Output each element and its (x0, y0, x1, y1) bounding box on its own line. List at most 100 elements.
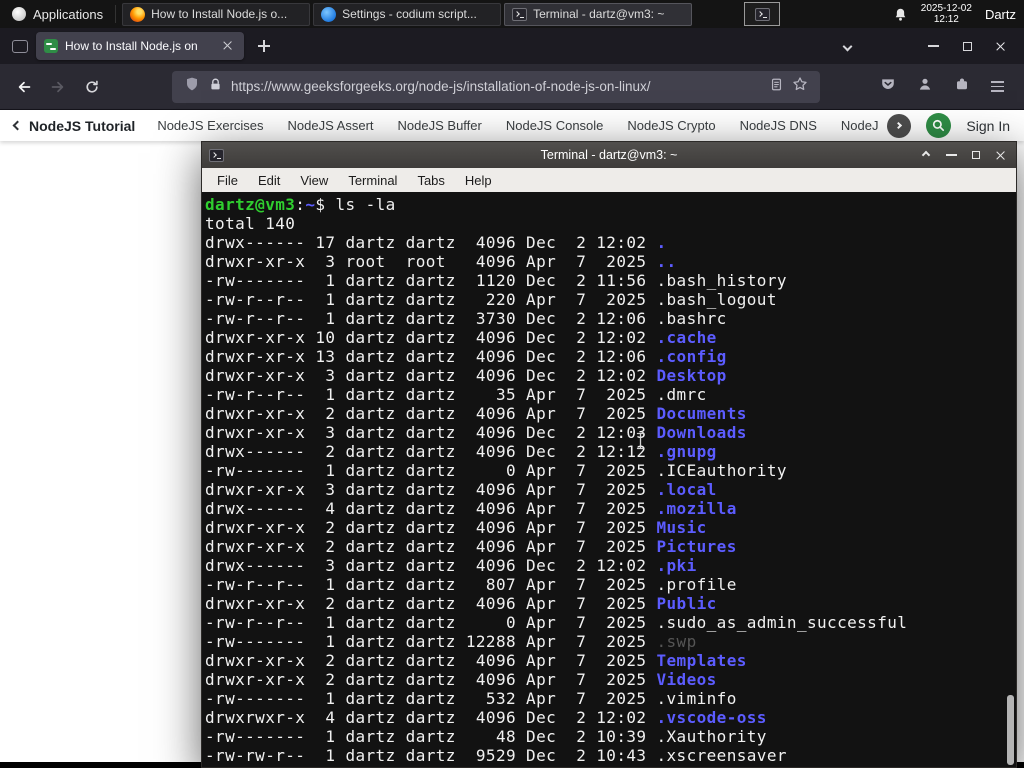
terminal-window: Terminal - dartz@vm3: ~ File Edit View Term… (201, 141, 1017, 768)
close-button[interactable] (984, 32, 1018, 60)
distro-logo-icon (12, 7, 26, 21)
terminal-line: -rw-r--r-- 1 dartz dartz 3730 Dec 2 12:0… (205, 309, 1016, 328)
file-name: .cache (656, 328, 717, 347)
url-bar[interactable]: https://www.geeksforgeeks.org/node-js/in… (172, 70, 820, 103)
file-meta: drwxr-xr-x 3 dartz dartz 4096 Dec 2 12:0… (205, 423, 657, 442)
user-menu[interactable]: Dartz (985, 7, 1018, 22)
menu-view[interactable]: View (290, 173, 338, 188)
terminal-scrollbar-thumb[interactable] (1007, 695, 1014, 765)
terminal-total-line: total 140 (205, 214, 296, 233)
browser-tab[interactable]: How to Install Node.js on (36, 32, 244, 60)
nav-link[interactable]: NodeJS Buffer (398, 118, 482, 133)
file-name: .gnupg (656, 442, 717, 461)
file-name: .local (656, 480, 717, 499)
panel-status-area: 2025-12-02 12:12 Dartz (893, 0, 1024, 28)
file-meta: drwxr-xr-x 2 dartz dartz 4096 Apr 7 2025 (205, 651, 657, 670)
reload-button[interactable] (78, 73, 106, 101)
url-input[interactable]: https://www.geeksforgeeks.org/node-js/in… (231, 79, 761, 94)
file-name: .Xauthority (656, 727, 767, 746)
prompt-user: dartz@vm3 (205, 195, 296, 214)
clock-time: 12:12 (933, 14, 959, 25)
terminal-line: drwxr-xr-x 2 dartz dartz 4096 Apr 7 2025… (205, 537, 1016, 556)
file-meta: drwxr-xr-x 2 dartz dartz 4096 Apr 7 2025 (205, 670, 657, 689)
panel-clock[interactable]: 2025-12-02 12:12 (921, 3, 972, 26)
nav-link[interactable]: NodeJS Crypto (627, 118, 715, 133)
window-controls (830, 32, 1018, 60)
terminal-line: -rw------- 1 dartz dartz 532 Apr 7 2025 … (205, 689, 1016, 708)
file-name: .vscode-oss (656, 708, 767, 727)
nav-scroll-right-button[interactable] (887, 113, 912, 138)
reader-view-icon[interactable] (769, 77, 784, 97)
maximize-button[interactable] (950, 32, 984, 60)
chevron-left-icon (12, 120, 23, 131)
minimize-button[interactable] (916, 32, 950, 60)
terminal-minimize-button[interactable] (943, 147, 959, 163)
terminal-line: drwx------ 3 dartz dartz 4096 Dec 2 12:0… (205, 556, 1016, 575)
tracking-shield-icon[interactable] (184, 76, 200, 97)
site-nav-back[interactable]: NodeJS Tutorial (12, 118, 135, 134)
file-name: .viminfo (656, 689, 737, 708)
menu-file[interactable]: File (207, 173, 248, 188)
nav-link[interactable]: NodeJS Exercises (157, 118, 263, 133)
extensions-icon[interactable] (954, 76, 970, 97)
file-meta: drwxr-xr-x 2 dartz dartz 4096 Apr 7 2025 (205, 518, 657, 537)
terminal-titlebar[interactable]: Terminal - dartz@vm3: ~ (202, 142, 1016, 168)
tray-icon[interactable] (744, 2, 781, 26)
site-nav-bar: NodeJS Tutorial NodeJS Exercises NodeJS A… (0, 110, 1024, 141)
terminal-output[interactable]: dartz@vm3:~$ ls -la total 140 drwx------… (202, 192, 1016, 767)
taskbar-window-button[interactable]: How to Install Node.js o... (122, 2, 311, 26)
taskbar-window-button[interactable]: Settings - codium script... (313, 2, 502, 26)
terminal-title: Terminal - dartz@vm3: ~ (540, 148, 678, 162)
file-name: .bashrc (656, 309, 727, 328)
pocket-icon[interactable] (880, 76, 896, 97)
menu-terminal[interactable]: Terminal (338, 173, 407, 188)
back-button[interactable] (10, 73, 38, 101)
new-tab-button[interactable] (258, 40, 270, 52)
nav-link[interactable]: NodeJS (841, 118, 880, 133)
file-meta: -rw-rw-r-- 1 dartz dartz 9529 Dec 2 10:4… (205, 746, 657, 765)
file-meta: drwxrwxr-x 4 dartz dartz 4096 Dec 2 12:0… (205, 708, 657, 727)
browser-toolbar: https://www.geeksforgeeks.org/node-js/in… (0, 64, 1024, 110)
file-name: .. (656, 252, 677, 271)
firefox-view-icon[interactable] (12, 39, 28, 53)
terminal-close-button[interactable] (993, 147, 1009, 163)
file-meta: drwxr-xr-x 13 dartz dartz 4096 Dec 2 12:… (205, 347, 657, 366)
file-name: .dmrc (656, 385, 707, 404)
terminal-line: drwxr-xr-x 2 dartz dartz 4096 Apr 7 2025… (205, 518, 1016, 537)
file-meta: drwxr-xr-x 10 dartz dartz 4096 Dec 2 12:… (205, 328, 657, 347)
applications-menu[interactable]: Applications (0, 0, 115, 28)
terminal-scrollbar[interactable] (1005, 192, 1016, 767)
lock-icon[interactable] (208, 77, 223, 97)
nav-link[interactable]: NodeJS DNS (740, 118, 817, 133)
file-name: .profile (656, 575, 737, 594)
notifications-bell-icon[interactable] (893, 7, 908, 22)
rollup-button[interactable] (918, 147, 934, 163)
menu-tabs[interactable]: Tabs (407, 173, 454, 188)
typed-command: ls -la (335, 195, 396, 214)
taskbar-window-button[interactable]: Terminal - dartz@vm3: ~ (504, 2, 693, 26)
bookmark-star-icon[interactable] (792, 76, 808, 97)
forward-button[interactable] (44, 73, 72, 101)
tab-title: How to Install Node.js on (65, 39, 198, 53)
terminal-line: drwxr-xr-x 3 dartz dartz 4096 Dec 2 12:0… (205, 423, 1016, 442)
mouse-cursor (635, 432, 646, 454)
account-icon[interactable] (917, 76, 933, 97)
nav-link[interactable]: NodeJS Assert (288, 118, 374, 133)
terminal-maximize-button[interactable] (968, 147, 984, 163)
file-meta: drwxr-xr-x 2 dartz dartz 4096 Apr 7 2025 (205, 537, 657, 556)
file-name: Documents (656, 404, 747, 423)
tab-close-icon[interactable] (222, 39, 236, 53)
menu-edit[interactable]: Edit (248, 173, 290, 188)
site-favicon (44, 39, 58, 53)
menu-hamburger-icon[interactable] (991, 81, 1004, 92)
site-search-button[interactable] (926, 113, 952, 138)
terminal-line: drwx------ 17 dartz dartz 4096 Dec 2 12:… (205, 233, 1016, 252)
list-tabs-chevron-icon[interactable] (830, 32, 864, 60)
sign-in-button[interactable]: Sign In (966, 118, 1010, 134)
file-name: .config (656, 347, 727, 366)
terminal-line: drwxr-xr-x 3 root root 4096 Apr 7 2025 .… (205, 252, 1016, 271)
file-name: .sudo_as_admin_successful (656, 613, 908, 632)
nav-link[interactable]: NodeJS Console (506, 118, 604, 133)
file-meta: drwx------ 4 dartz dartz 4096 Apr 7 2025 (205, 499, 657, 518)
menu-help[interactable]: Help (455, 173, 502, 188)
